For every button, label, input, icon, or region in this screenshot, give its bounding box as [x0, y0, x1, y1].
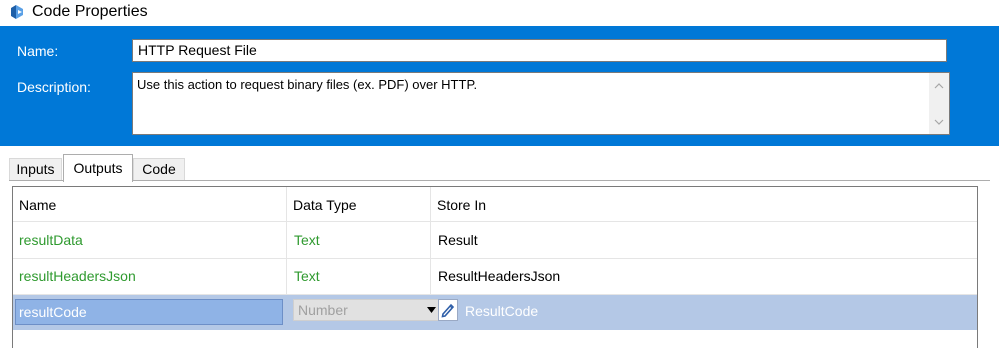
outputs-grid: Name Data Type Store In resultData Text … — [12, 186, 978, 348]
store-in-value: ResultCode — [465, 303, 539, 319]
row-divider — [13, 258, 977, 259]
description-text: Use this action to request binary files … — [137, 77, 478, 92]
tab-inputs[interactable]: Inputs — [9, 158, 62, 180]
description-scrollbar[interactable] — [929, 73, 949, 134]
description-field[interactable]: Use this action to request binary files … — [132, 72, 950, 135]
column-header-store-in[interactable]: Store In — [431, 189, 837, 221]
column-divider — [430, 187, 431, 295]
data-type-select-value: Number — [298, 302, 348, 318]
tab-strip-divider — [9, 180, 990, 181]
title-bar: Code Properties — [0, 0, 999, 26]
output-name-cell[interactable]: resultData — [19, 232, 83, 248]
row-divider — [13, 221, 977, 222]
name-field[interactable]: HTTP Request File — [132, 39, 947, 62]
chevron-down-icon[interactable] — [427, 307, 436, 313]
column-divider — [286, 187, 287, 295]
properties-header-panel: Name: HTTP Request File Description: Use… — [0, 26, 999, 146]
pencil-icon — [441, 303, 455, 318]
code-properties-icon — [11, 5, 23, 19]
store-in-cell[interactable]: Result — [438, 232, 478, 248]
column-header-data-type[interactable]: Data Type — [287, 189, 433, 221]
tab-outputs[interactable]: Outputs — [63, 154, 133, 182]
variable-picker-button[interactable] — [438, 299, 458, 321]
data-type-select[interactable]: Number — [293, 299, 441, 321]
window-title: Code Properties — [32, 3, 148, 20]
scroll-down-icon[interactable] — [934, 119, 944, 125]
data-type-cell[interactable]: Text — [294, 268, 320, 284]
scroll-up-icon[interactable] — [934, 83, 944, 89]
store-in-cell[interactable]: ResultHeadersJson — [438, 268, 560, 284]
tab-code[interactable]: Code — [133, 158, 185, 180]
output-name-cell[interactable]: resultHeadersJson — [19, 268, 136, 284]
name-label: Name: — [17, 43, 59, 59]
description-label: Description: — [17, 79, 91, 95]
column-header-name[interactable]: Name — [13, 189, 287, 221]
data-type-cell[interactable]: Text — [294, 232, 320, 248]
output-name-input[interactable]: resultCode — [15, 299, 283, 325]
